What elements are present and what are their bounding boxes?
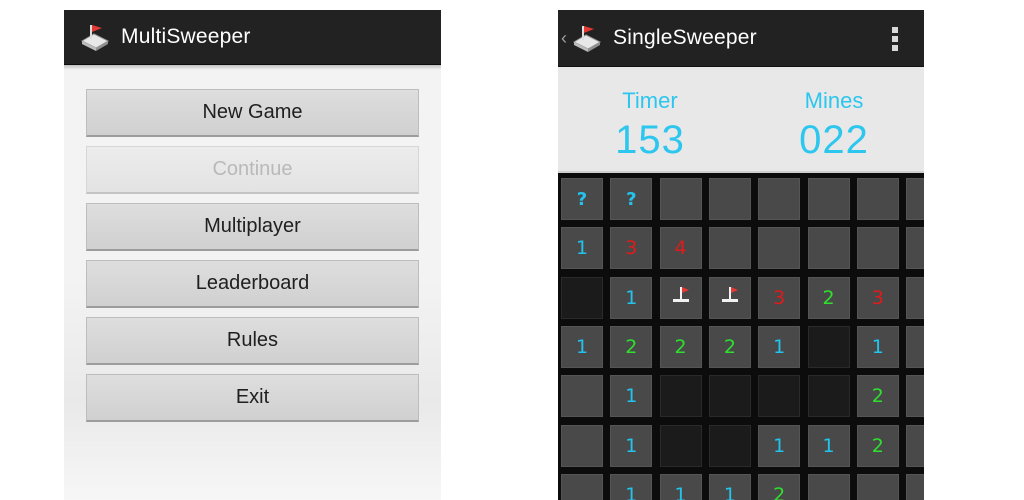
action-bar: ‹ SingleSweeper bbox=[558, 10, 924, 67]
cell-number[interactable]: 1 bbox=[807, 424, 850, 467]
cell-empty[interactable] bbox=[807, 325, 850, 368]
cell-number[interactable]: 1 bbox=[758, 325, 801, 368]
cell-number[interactable]: 1 bbox=[610, 276, 653, 319]
cell-number[interactable]: 2 bbox=[856, 424, 899, 467]
timer-value: 153 bbox=[615, 118, 685, 162]
multiplayer-button[interactable]: Multiplayer bbox=[86, 203, 419, 251]
mines-label: Mines bbox=[804, 88, 864, 113]
cell-number[interactable]: 2 bbox=[659, 325, 702, 368]
cell-number[interactable]: 1 bbox=[561, 325, 603, 368]
back-caret-icon[interactable]: ‹ bbox=[561, 28, 571, 49]
minefield-grid: ?? 1 3 4 1 3 2 3 1 2 2 2 1 1 1 2 1 1 1 2 1 1 1 2 bbox=[558, 175, 924, 500]
minesweeper-flag-icon bbox=[79, 21, 111, 53]
cell-number[interactable]: 4 bbox=[659, 227, 702, 270]
mines-panel: Mines 022 bbox=[759, 67, 909, 163]
main-menu: New Game Continue Multiplayer Leaderboar… bbox=[86, 89, 419, 431]
leaderboard-button[interactable]: Leaderboard bbox=[86, 260, 419, 308]
flag-icon bbox=[670, 284, 692, 311]
cell-empty[interactable] bbox=[708, 375, 751, 418]
rules-button[interactable]: Rules bbox=[86, 317, 419, 365]
cell-unrevealed[interactable] bbox=[856, 473, 899, 500]
cell-unrevealed[interactable] bbox=[807, 178, 850, 220]
cell-unrevealed[interactable] bbox=[561, 473, 603, 500]
cell-number[interactable]: 1 bbox=[610, 375, 653, 418]
cell-unrevealed[interactable] bbox=[561, 375, 603, 418]
cell-unrevealed[interactable] bbox=[708, 178, 751, 220]
cell-unrevealed[interactable] bbox=[906, 325, 924, 368]
cell-number[interactable]: 3 bbox=[758, 276, 801, 319]
cell-number[interactable]: 2 bbox=[708, 325, 751, 368]
continue-button[interactable]: Continue bbox=[86, 146, 419, 194]
cell-question[interactable]: ? bbox=[610, 178, 653, 220]
cell-unrevealed[interactable] bbox=[906, 276, 924, 319]
cell-number[interactable]: 2 bbox=[856, 375, 899, 418]
cell-question[interactable]: ? bbox=[561, 178, 603, 220]
cell-unrevealed[interactable] bbox=[758, 178, 801, 220]
cell-unrevealed[interactable] bbox=[906, 375, 924, 418]
cell-unrevealed[interactable] bbox=[758, 227, 801, 270]
cell-unrevealed[interactable] bbox=[906, 178, 924, 220]
cell-empty[interactable] bbox=[807, 375, 850, 418]
cell-number[interactable]: 1 bbox=[610, 424, 653, 467]
new-game-button[interactable]: New Game bbox=[86, 89, 419, 137]
cell-flagged[interactable] bbox=[659, 276, 702, 319]
cell-number[interactable]: 1 bbox=[708, 473, 751, 500]
exit-button[interactable]: Exit bbox=[86, 374, 419, 422]
cell-empty[interactable] bbox=[708, 424, 751, 467]
overflow-menu-icon[interactable] bbox=[892, 27, 898, 51]
cell-flagged[interactable] bbox=[708, 276, 751, 319]
cell-number[interactable]: 1 bbox=[856, 325, 899, 368]
cell-unrevealed[interactable] bbox=[906, 424, 924, 467]
cell-empty[interactable] bbox=[659, 424, 702, 467]
cell-number[interactable]: 1 bbox=[659, 473, 702, 500]
cell-unrevealed[interactable] bbox=[856, 178, 899, 220]
cell-number[interactable]: 2 bbox=[610, 325, 653, 368]
menu-screen: MultiSweeper New Game Continue Multiplay… bbox=[64, 10, 441, 500]
app-title: SingleSweeper bbox=[613, 26, 757, 49]
mines-value: 022 bbox=[799, 118, 869, 162]
cell-empty[interactable] bbox=[561, 276, 603, 319]
app-title: MultiSweeper bbox=[121, 25, 251, 48]
timer-label: Timer bbox=[622, 88, 678, 113]
cell-unrevealed[interactable] bbox=[906, 473, 924, 500]
timer-panel: Timer 153 bbox=[575, 67, 725, 163]
cell-unrevealed[interactable] bbox=[856, 227, 899, 270]
cell-number[interactable]: 2 bbox=[807, 276, 850, 319]
cell-number[interactable]: 1 bbox=[758, 424, 801, 467]
game-screen: ‹ SingleSweeper Timer 153 Mines 022 ?? 1 3… bbox=[558, 10, 924, 500]
scoreboard: Timer 153 Mines 022 bbox=[558, 67, 924, 173]
cell-unrevealed[interactable] bbox=[708, 227, 751, 270]
cell-empty[interactable] bbox=[659, 375, 702, 418]
cell-number[interactable]: 1 bbox=[610, 473, 653, 500]
cell-number[interactable]: 2 bbox=[758, 473, 801, 500]
cell-number[interactable]: 1 bbox=[561, 227, 603, 270]
action-bar: MultiSweeper bbox=[64, 10, 441, 70]
cell-unrevealed[interactable] bbox=[659, 178, 702, 220]
cell-unrevealed[interactable] bbox=[807, 227, 850, 270]
cell-empty[interactable] bbox=[758, 375, 801, 418]
minesweeper-flag-icon[interactable] bbox=[571, 22, 603, 54]
cell-unrevealed[interactable] bbox=[807, 473, 850, 500]
cell-number[interactable]: 3 bbox=[610, 227, 653, 270]
cell-unrevealed[interactable] bbox=[561, 424, 603, 467]
cell-unrevealed[interactable] bbox=[906, 227, 924, 270]
cell-number[interactable]: 3 bbox=[856, 276, 899, 319]
flag-icon bbox=[719, 284, 741, 311]
